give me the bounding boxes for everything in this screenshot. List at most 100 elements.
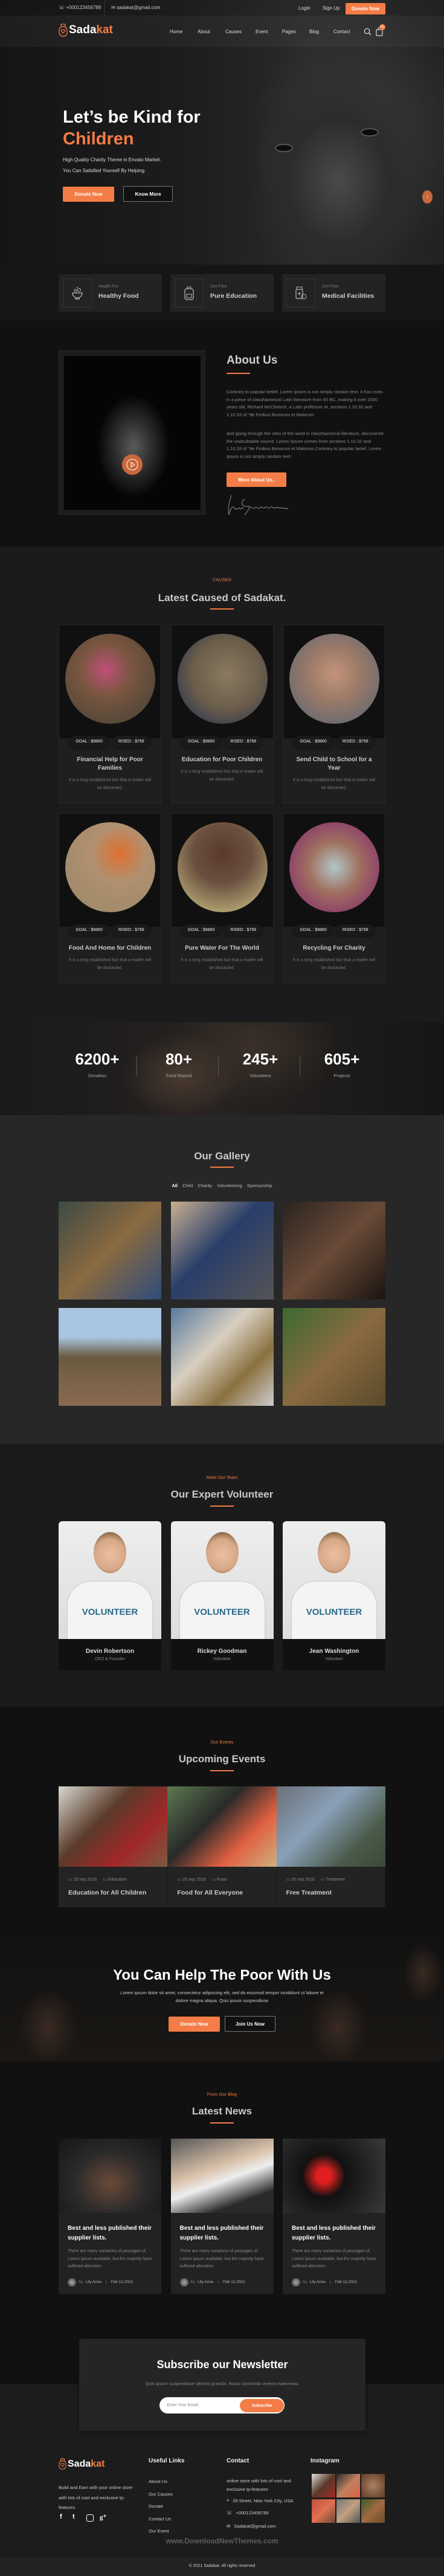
cause-card[interactable]: GOAL : $9860 RISED : $768 Pure Water For… (170, 813, 274, 984)
footer-link-our-event[interactable]: Our Event (149, 2528, 169, 2534)
signup-link[interactable]: Sign Up (323, 5, 339, 11)
event-card[interactable]: ▭ 20 sep 2018 ▭ Food Food for All Everyo… (167, 1786, 277, 1907)
gallery-filter[interactable]: All (172, 1183, 178, 1188)
cause-description: It is a long established fact that a rea… (293, 778, 375, 790)
blog-post-title[interactable]: Best and less published their supplier l… (180, 2224, 265, 2243)
raised-badge: RISED : $768 (224, 924, 263, 936)
event-date: ▭ 20 sep 2018 (68, 1877, 97, 1882)
team-member-card[interactable]: VOLUNTEER Devin Robertson CEO & Founder (59, 1521, 161, 1670)
event-card[interactable]: ▭ 20 sep 2018 ▭ Treatment Free Treatment (276, 1786, 385, 1907)
stat-value: 80+ (165, 1050, 193, 1068)
video-play-button[interactable] (122, 454, 143, 475)
cta-donate-button[interactable]: Donate Now (169, 2017, 220, 2032)
nav-contact[interactable]: Contact (333, 29, 350, 34)
instagram-photo[interactable] (336, 2474, 360, 2497)
events-title: Upcoming Events (178, 1753, 266, 1765)
gallery-filter[interactable]: Volunteering (217, 1183, 242, 1188)
blog-post-meta: By Lily Anne | Feb 12,2021 (68, 2278, 152, 2287)
topbar-donate-button[interactable]: Donate Now (346, 3, 385, 14)
event-title[interactable]: Food for All Everyone (177, 1889, 266, 1896)
topbar-email[interactable]: ✉ sadakat@gmail.com (111, 5, 161, 10)
event-card[interactable]: ▭ 20 sep 2018 ▭ Education Education for … (59, 1786, 168, 1907)
contact-phone[interactable]: ☏ +000123456789 (227, 2510, 269, 2516)
member-photo-face (205, 1532, 239, 1573)
author-name[interactable]: Lily Anne (198, 2280, 213, 2284)
nav-causes[interactable]: Causes (225, 29, 242, 34)
instagram-photo[interactable] (336, 2499, 360, 2523)
blog-post-title[interactable]: Best and less published their supplier l… (68, 2224, 152, 2243)
cause-title[interactable]: Food And Home for Children (66, 944, 153, 953)
gallery-image[interactable] (59, 1202, 161, 1299)
cause-title[interactable]: Education for Poor Children (179, 756, 266, 764)
author-name[interactable]: Lily Anne (310, 2280, 326, 2284)
gallery-filter[interactable]: Sponsorship (247, 1183, 272, 1188)
blog-post-card[interactable]: Best and less published their supplier l… (59, 2139, 161, 2294)
instagram-photo[interactable] (312, 2499, 335, 2523)
gallery-image[interactable] (170, 1308, 274, 1406)
blog-post-card[interactable]: Best and less published their supplier l… (170, 2139, 274, 2294)
cause-card[interactable]: GOAL : $9860 RISED : $768 Send Child to … (283, 625, 385, 803)
member-role: CEO & Founder (95, 1657, 125, 1661)
team-member-card[interactable]: VOLUNTEER Jean Washington Volunteer (283, 1521, 385, 1670)
cta-join-button[interactable]: Join Us Now (225, 2016, 275, 2032)
event-title[interactable]: Free Treatment (286, 1889, 375, 1896)
facebook-icon[interactable]: f (60, 2513, 62, 2520)
cause-title[interactable]: Recycling For Charity (291, 944, 378, 953)
gallery-image[interactable] (59, 1308, 161, 1406)
event-title[interactable]: Education for All Children (68, 1889, 157, 1896)
gallery-image[interactable] (170, 1202, 274, 1299)
gallery-image[interactable] (283, 1308, 385, 1406)
cause-card[interactable]: GOAL : $9860 RISED : $768 Food And Home … (59, 813, 161, 984)
about-title: About Us (227, 354, 278, 367)
cause-title[interactable]: Send Child to School for a Year (291, 756, 378, 773)
cause-card[interactable]: GOAL : $9860 RISED : $768 Financial Help… (59, 625, 161, 803)
footer-link-contact-us[interactable]: Contact Us (149, 2516, 171, 2522)
causes-title: Latest Caused of Sadakat. (158, 592, 286, 604)
scroll-to-top-button[interactable]: ↑ (422, 190, 433, 204)
footer-link-about-us[interactable]: About Us (149, 2479, 167, 2484)
gallery-filter[interactable]: Charity (198, 1183, 212, 1188)
instagram-photo[interactable] (312, 2474, 335, 2497)
subscribe-button[interactable]: Subscribe (240, 2399, 284, 2412)
divider (218, 1056, 219, 1076)
footer-link-our-causes[interactable]: Our Causes (149, 2491, 173, 2497)
cause-card[interactable]: GOAL : $9860 RISED : $768 Education for … (170, 625, 274, 803)
instagram-photo[interactable] (361, 2499, 385, 2523)
nav-home[interactable]: Home (170, 29, 182, 34)
folder-icon: ▭ (103, 1878, 107, 1882)
author-prefix: By (79, 2280, 83, 2284)
nav-event[interactable]: Event (256, 29, 268, 34)
blog-post-image (283, 2139, 385, 2213)
nav-pages[interactable]: Pages (282, 29, 296, 34)
contact-email[interactable]: ✉ Sadakat@gmail.com (227, 2523, 276, 2529)
play-icon (126, 459, 138, 471)
nav-blog[interactable]: Blog (309, 29, 319, 34)
member-shirt-text: VOLUNTEER (306, 1607, 362, 1617)
logo[interactable]: Sada kat (59, 24, 113, 37)
search-icon[interactable] (364, 28, 372, 36)
more-about-us-button[interactable]: More About Us.. (227, 472, 286, 487)
hero-know-more-button[interactable]: Know More (123, 186, 173, 202)
footer-link-donate[interactable]: Donate (149, 2504, 163, 2509)
gallery-image[interactable] (283, 1202, 385, 1299)
footer-logo[interactable]: Sada kat (59, 2458, 105, 2470)
twitter-icon[interactable]: t (72, 2513, 75, 2520)
team-member-card[interactable]: VOLUNTEER Rickey Goodman Volunteer (170, 1521, 274, 1670)
author-name[interactable]: Lily Anne (86, 2280, 101, 2284)
member-photo: VOLUNTEER (170, 1521, 274, 1639)
instagram-photo[interactable] (361, 2474, 385, 2497)
cause-card[interactable]: GOAL : $9860 RISED : $768 Recycling For … (283, 813, 385, 984)
feature-label-small: Get Free (210, 285, 227, 289)
login-link[interactable]: Login (298, 5, 310, 11)
blog-post-title[interactable]: Best and less published their supplier l… (292, 2224, 376, 2243)
gallery-filter[interactable]: Child (182, 1183, 193, 1188)
topbar-phone[interactable]: ☏ +000123456789 (59, 5, 101, 10)
google-plus-icon[interactable]: g⁺ (100, 2513, 106, 2521)
hero-donate-button[interactable]: Donate Now (63, 187, 114, 202)
cause-title[interactable]: Financial Help for Poor Families (66, 756, 153, 773)
nav-about[interactable]: About (198, 29, 210, 34)
blog-post-card[interactable]: Best and less published their supplier l… (283, 2139, 385, 2294)
cause-title[interactable]: Pure Water For The World (179, 944, 266, 953)
contact-title: Contact (227, 2458, 249, 2464)
instagram-icon[interactable] (86, 2514, 94, 2522)
